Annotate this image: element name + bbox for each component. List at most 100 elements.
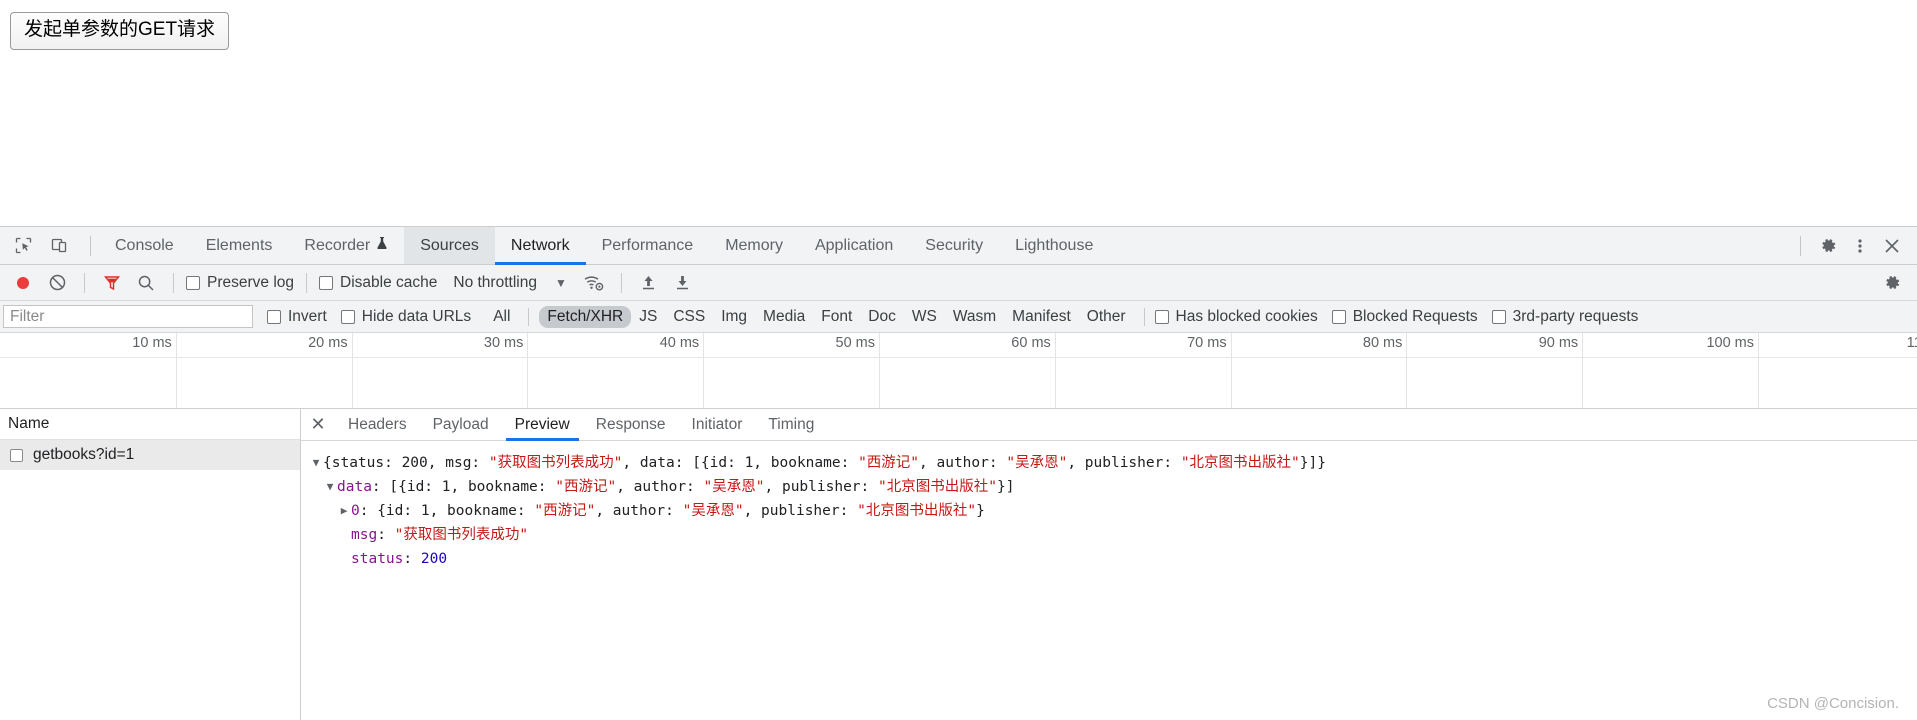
json-line-content: status: 200 [351, 547, 447, 571]
tab-performance[interactable]: Performance [586, 227, 710, 264]
detail-tab-headers[interactable]: Headers [335, 409, 420, 440]
json-punctuation: , msg: [427, 455, 489, 471]
chevron-down-icon[interactable]: ▼ [555, 276, 567, 290]
filter-type-fetch-xhr[interactable]: Fetch/XHR [539, 305, 632, 328]
throttling-select-value[interactable]: No throttling [453, 274, 537, 292]
tab-label: Performance [601, 236, 694, 254]
json-preview-line: msg: "获取图书列表成功" [309, 523, 1917, 547]
detail-tab-response[interactable]: Response [583, 409, 679, 440]
json-punctuation: : [377, 527, 395, 543]
import-har-icon[interactable] [634, 269, 664, 297]
request-detail-pane: ✕ Headers Payload Preview Response Initi… [301, 409, 1917, 720]
tab-application[interactable]: Application [799, 227, 909, 264]
request-name: getbooks?id=1 [33, 446, 135, 463]
detail-tab-payload[interactable]: Payload [420, 409, 502, 440]
kebab-menu-icon[interactable] [1847, 233, 1873, 259]
filter-divider [528, 307, 530, 326]
timeline-tick [527, 333, 529, 408]
hide-data-urls-checkbox[interactable]: Hide data URLs [340, 308, 471, 326]
devtools-tabstrip: Console Elements Recorder Sources Networ… [0, 227, 1917, 265]
tab-elements[interactable]: Elements [190, 227, 289, 264]
json-key: data [337, 479, 372, 495]
network-settings-gear-icon[interactable] [1877, 269, 1907, 297]
filter-type-all[interactable]: All [485, 306, 518, 328]
json-line-content: data: [{id: 1, bookname: "西游记", author: … [337, 475, 1014, 499]
devtools-tab-list: Console Elements Recorder Sources Networ… [99, 227, 1109, 265]
json-punctuation: : [{id: 1, bookname: [371, 479, 556, 495]
filter-type-css[interactable]: CSS [665, 306, 713, 328]
json-punctuation: , publisher: [1067, 455, 1181, 471]
clear-requests-icon[interactable] [42, 269, 72, 297]
tab-security[interactable]: Security [909, 227, 999, 264]
watermark-text: CSDN @Concision. [1767, 695, 1899, 712]
timeline-tick [1054, 333, 1056, 408]
request-type-icon [10, 448, 23, 462]
request-row-getbooks[interactable]: getbooks?id=1 [0, 440, 300, 470]
filter-type-doc[interactable]: Doc [860, 306, 904, 328]
json-preview-viewer[interactable]: ▼ {status: 200, msg: "获取图书列表成功", data: [{… [301, 441, 1917, 720]
timeline-tick-label: 90 ms [1538, 335, 1579, 351]
filter-type-js[interactable]: JS [631, 306, 665, 328]
has-blocked-cookies-checkbox[interactable]: Has blocked cookies [1154, 308, 1318, 326]
search-icon[interactable] [131, 269, 161, 297]
record-button[interactable] [8, 269, 38, 297]
json-preview-line: ▼ data: [{id: 1, bookname: "西游记", author:… [309, 475, 1917, 499]
tab-label: Sources [420, 236, 479, 254]
ruler-divider [0, 357, 1917, 358]
disable-cache-checkbox[interactable]: Disable cache [319, 274, 437, 292]
filter-type-media[interactable]: Media [755, 306, 813, 328]
checkbox-label: 3rd-party requests [1512, 307, 1639, 325]
device-toolbar-icon[interactable] [46, 233, 72, 259]
detail-tab-timing[interactable]: Timing [755, 409, 827, 440]
json-punctuation: , publisher: [743, 503, 858, 519]
filter-type-wasm[interactable]: Wasm [945, 306, 1004, 328]
tab-recorder[interactable]: Recorder [288, 227, 404, 264]
tab-memory[interactable]: Memory [709, 227, 799, 264]
collapsed-triangle-icon[interactable]: ▶ [337, 499, 351, 523]
flask-icon [376, 236, 388, 255]
filter-type-ws[interactable]: WS [904, 306, 945, 328]
tab-label: Application [814, 236, 894, 254]
json-key: msg [351, 527, 378, 543]
third-party-requests-checkbox[interactable]: 3rd-party requests [1491, 307, 1639, 326]
expanded-triangle-icon[interactable]: ▼ [323, 475, 337, 499]
inspect-element-icon[interactable] [10, 233, 36, 259]
json-line-content: msg: "获取图书列表成功" [351, 523, 528, 547]
filter-type-img[interactable]: Img [713, 306, 755, 328]
tab-label: Security [925, 236, 984, 254]
toolbar-divider [620, 272, 622, 293]
tab-console[interactable]: Console [99, 227, 190, 264]
detail-tab-initiator[interactable]: Initiator [679, 409, 756, 440]
detail-tab-preview[interactable]: Preview [502, 409, 583, 441]
get-request-button[interactable]: 发起单参数的GET请求 [10, 12, 230, 50]
json-string: "获取图书列表成功" [394, 527, 529, 543]
json-string: "吴承恩" [703, 479, 765, 495]
tab-label: Network [510, 236, 570, 254]
checkbox-label: Invert [288, 307, 327, 325]
close-icon[interactable] [1879, 233, 1905, 259]
timeline-tick [703, 333, 705, 408]
checkbox-box [1491, 309, 1506, 324]
close-detail-icon[interactable]: ✕ [301, 409, 335, 440]
tab-label: Recorder [304, 236, 371, 254]
invert-checkbox[interactable]: Invert [267, 308, 327, 326]
filter-type-other[interactable]: Other [1079, 306, 1134, 328]
filter-input[interactable] [3, 305, 253, 328]
checkbox-label: Blocked Requests [1352, 307, 1478, 325]
network-timeline-overview[interactable]: 10 ms 20 ms 30 ms 40 ms 50 ms 60 ms 70 ms 80 ms… [0, 333, 1917, 409]
timeline-tick-label: 70 ms [1187, 335, 1227, 351]
filter-type-font[interactable]: Font [813, 306, 860, 328]
tab-sources[interactable]: Sources [404, 227, 495, 264]
export-har-icon[interactable] [668, 269, 698, 297]
expanded-triangle-icon[interactable]: ▼ [309, 451, 323, 475]
json-punctuation: , data: [{id: 1, bookname: [622, 455, 859, 471]
tab-lighthouse[interactable]: Lighthouse [999, 227, 1109, 264]
filter-type-manifest[interactable]: Manifest [1004, 306, 1079, 328]
json-punctuation: {status: [323, 455, 402, 471]
preserve-log-checkbox[interactable]: Preserve log [186, 274, 294, 292]
network-conditions-icon[interactable] [579, 269, 609, 297]
tab-network[interactable]: Network [494, 227, 586, 265]
gear-icon[interactable] [1815, 233, 1841, 259]
blocked-requests-checkbox[interactable]: Blocked Requests [1331, 307, 1478, 326]
filter-toggle-icon[interactable] [97, 269, 127, 297]
